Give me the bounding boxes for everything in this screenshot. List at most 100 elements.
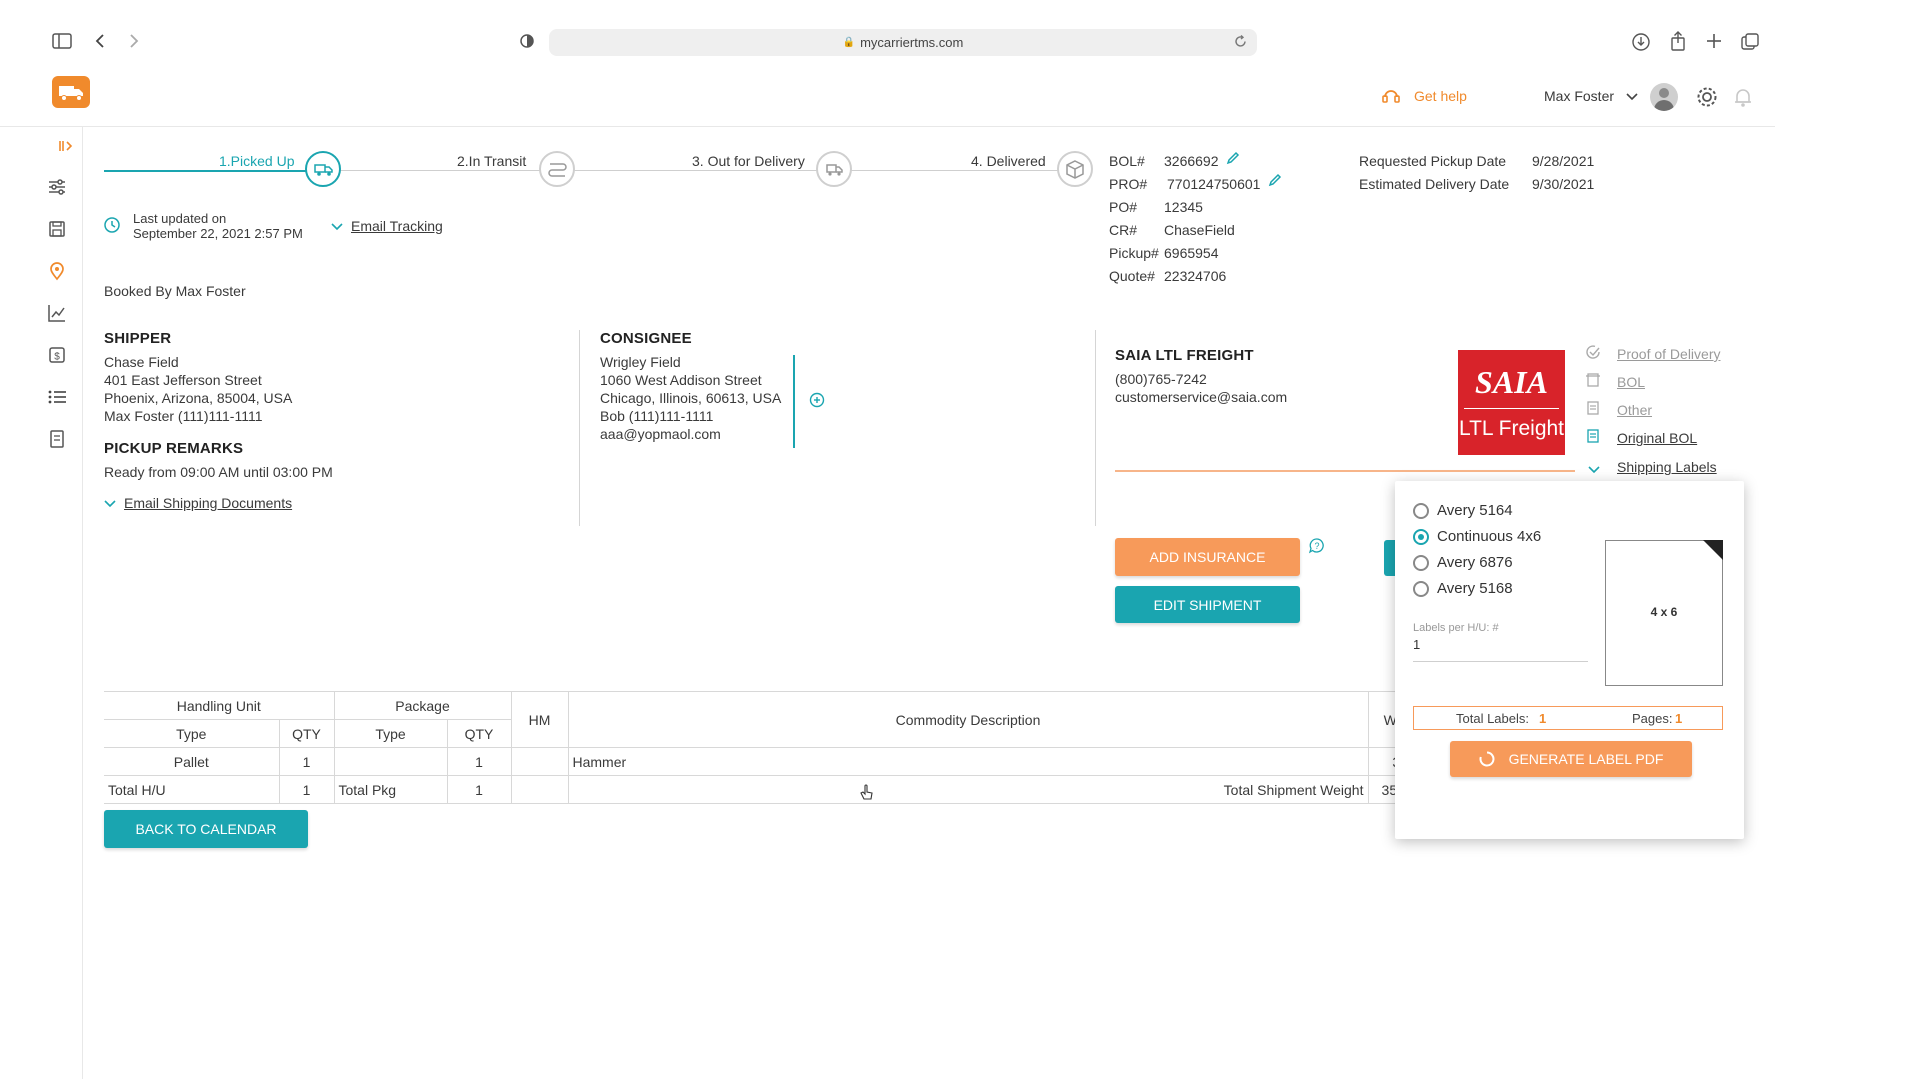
document-icon[interactable] (46, 428, 68, 450)
step-1-label: 1.Picked Up (219, 153, 295, 169)
location-pin-icon[interactable] (46, 260, 68, 282)
radio-button[interactable] (1413, 554, 1429, 571)
package-header: Package (333, 691, 512, 720)
new-tab-icon[interactable] (1706, 33, 1722, 49)
chat-help-icon[interactable]: ? (1308, 537, 1326, 555)
pencil-icon[interactable] (1267, 172, 1283, 188)
expand-rail-icon[interactable] (58, 139, 80, 161)
quote-value: 22324706 (1164, 268, 1227, 284)
add-insurance-button[interactable]: ADD INSURANCE (1115, 538, 1300, 576)
label-option-avery-5168[interactable]: Avery 5168 (1413, 580, 1513, 597)
analytics-icon[interactable] (46, 302, 68, 324)
lock-icon: 🔒 (842, 37, 856, 48)
total-hm-cell (510, 775, 569, 804)
back-to-calendar-button[interactable]: BACK TO CALENDAR (104, 810, 308, 848)
user-name[interactable]: Max Foster (1544, 88, 1614, 104)
email-shipping-documents-link[interactable]: Email Shipping Documents (124, 495, 292, 511)
bol-label: BOL# (1109, 153, 1145, 169)
truck-icon (59, 86, 83, 101)
radio-button-selected[interactable] (1413, 528, 1429, 545)
pro-label: PRO# (1109, 176, 1148, 192)
consignee-line: Bob (111)111-1111 (600, 408, 714, 424)
step-3-circle[interactable] (816, 151, 852, 187)
headset-icon[interactable] (1381, 86, 1401, 106)
proof-of-delivery-link[interactable]: Proof of Delivery (1617, 346, 1720, 362)
consignee-line: Chicago, Illinois, 60613, USA (600, 390, 782, 406)
other-doc-icon (1587, 401, 1599, 415)
cr-value: ChaseField (1164, 222, 1235, 238)
generate-label-pdf-button[interactable]: GENERATE LABEL PDF (1450, 741, 1692, 777)
generate-label-pdf-label: GENERATE LABEL PDF (1508, 751, 1664, 767)
download-icon[interactable] (1632, 33, 1650, 51)
label-option-avery-5164[interactable]: Avery 5164 (1413, 502, 1513, 519)
forward-icon[interactable] (128, 33, 140, 49)
carrier-logo-subtext: LTL Freight (1458, 417, 1565, 440)
other-doc-link[interactable]: Other (1617, 402, 1652, 418)
pickup-label: Pickup# (1109, 245, 1159, 261)
privacy-shield-icon[interactable] (520, 34, 534, 48)
hand-cursor-icon (860, 784, 873, 800)
sidebar-toggle-icon[interactable] (52, 33, 72, 49)
pages-value: 1 (1675, 711, 1683, 726)
check-circle-icon (1586, 345, 1600, 359)
pencil-icon[interactable] (1225, 150, 1241, 166)
label-option-continuous-4x6[interactable]: Continuous 4x6 (1413, 528, 1541, 545)
consignee-title: CONSIGNEE (600, 330, 692, 347)
quote-label: Quote# (1109, 268, 1155, 284)
carrier-logo: SAIA LTL Freight (1458, 350, 1565, 455)
app-logo[interactable] (52, 76, 90, 108)
save-icon[interactable] (46, 218, 68, 240)
add-circle-icon[interactable] (809, 392, 825, 408)
radio-button[interactable] (1413, 502, 1429, 519)
edit-shipment-button[interactable]: EDIT SHIPMENT (1115, 586, 1300, 623)
hm-cell (510, 747, 569, 776)
label-option-avery-6876[interactable]: Avery 6876 (1413, 554, 1513, 571)
list-icon[interactable] (46, 386, 68, 408)
route-icon (548, 163, 567, 177)
shipper-line: Phoenix, Arizona, 85004, USA (104, 390, 293, 406)
commodity-description-header: Commodity Description (567, 691, 1369, 748)
email-tracking-link[interactable]: Email Tracking (351, 218, 443, 234)
carrier-email: customerservice@saia.com (1115, 389, 1288, 405)
labels-per-hu-input[interactable]: 1 (1413, 637, 1588, 662)
bol-link[interactable]: BOL (1617, 374, 1645, 390)
shipping-labels-link[interactable]: Shipping Labels (1617, 459, 1717, 475)
filters-icon[interactable] (46, 176, 68, 198)
step-4-circle[interactable] (1057, 151, 1093, 187)
pickup-remarks: Ready from 09:00 AM until 03:00 PM (104, 464, 333, 480)
consignee-accent-bar (793, 355, 795, 448)
back-icon[interactable] (94, 33, 106, 49)
url-text: mycarriertms.com (860, 35, 964, 50)
loading-spinner-icon (1479, 751, 1495, 767)
table-row: Pallet 1 1 Hammer 3500 (104, 747, 1504, 776)
avatar[interactable] (1650, 83, 1678, 111)
chevron-down-icon[interactable] (104, 499, 116, 509)
reload-icon[interactable] (1234, 35, 1247, 48)
pickup-remarks-title: PICKUP REMARKS (104, 440, 244, 457)
app-header (0, 70, 1775, 127)
step-2-circle[interactable] (539, 151, 575, 187)
hm-header: HM (510, 691, 569, 748)
svg-text:?: ? (1314, 541, 1319, 551)
dollar-icon[interactable]: $ (46, 344, 68, 366)
pickup-value: 6965954 (1164, 245, 1219, 261)
share-icon[interactable] (1669, 31, 1687, 51)
chevron-down-icon[interactable] (1587, 465, 1601, 475)
tabs-overview-icon[interactable] (1741, 33, 1759, 51)
gear-icon[interactable] (1695, 85, 1719, 109)
bol-value: 3266692 (1164, 153, 1219, 169)
step-1-circle[interactable] (305, 151, 341, 187)
pkg-type-cell (333, 747, 448, 776)
consignee-line: aaa@yopmaol.com (600, 426, 721, 442)
original-bol-link[interactable]: Original BOL (1617, 430, 1697, 446)
chevron-down-icon[interactable] (331, 222, 343, 232)
shipper-line: Chase Field (104, 354, 179, 370)
radio-button[interactable] (1413, 580, 1429, 597)
chevron-down-icon[interactable] (1625, 92, 1639, 102)
get-help-link[interactable]: Get help (1414, 88, 1467, 104)
divider (1095, 330, 1096, 526)
carrier-name: SAIA LTL FREIGHT (1115, 347, 1254, 364)
bell-icon[interactable] (1733, 86, 1753, 108)
left-nav-rail: $ (32, 127, 83, 1079)
address-bar[interactable]: 🔒 mycarriertms.com (549, 29, 1257, 56)
